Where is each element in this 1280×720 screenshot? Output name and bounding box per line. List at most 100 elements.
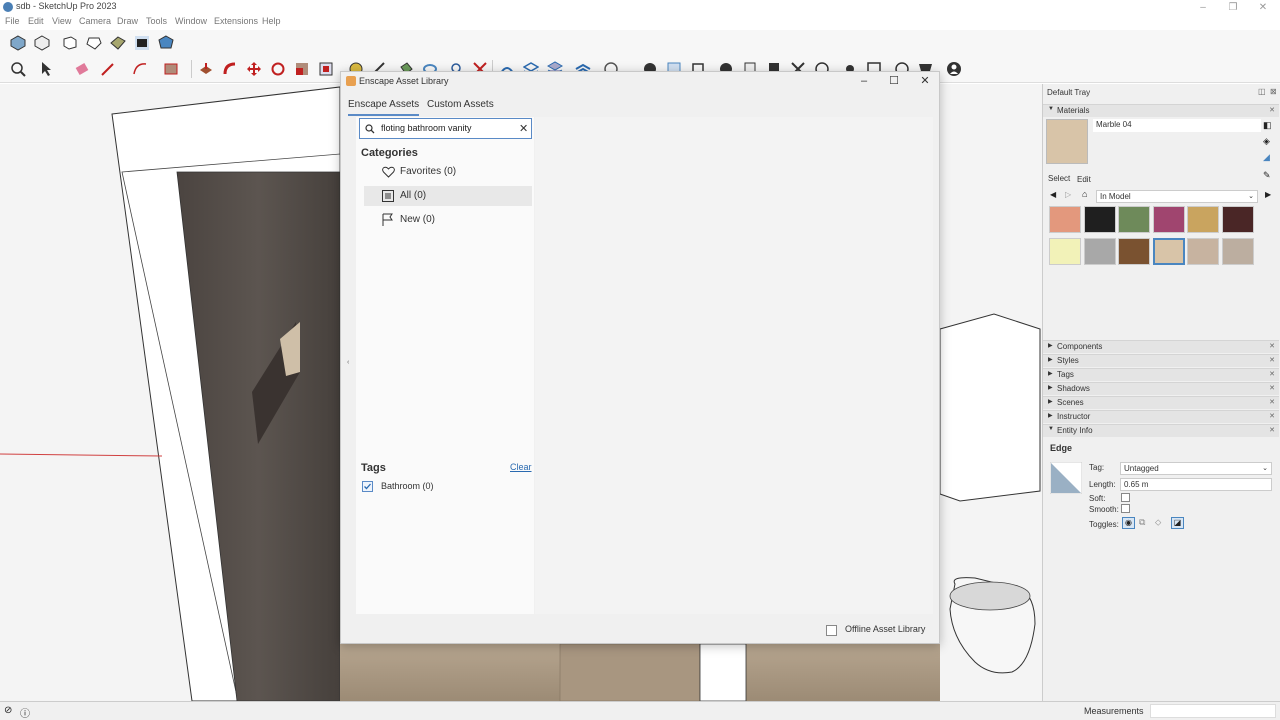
category-new[interactable]: New (0) (364, 210, 532, 230)
menu-draw[interactable]: Draw (117, 16, 138, 26)
clear-search-icon[interactable]: ✕ (519, 122, 528, 135)
tray-pin-icon[interactable]: ◫ (1258, 87, 1266, 96)
instructor-panel-header[interactable]: ▶ Instructor ✕ (1043, 410, 1279, 423)
material-swatch[interactable] (1187, 238, 1219, 265)
zoom-extents-icon[interactable] (10, 61, 26, 77)
length-field[interactable]: 0.65 m (1120, 478, 1272, 491)
collapse-panel-icon[interactable]: ‹ (347, 359, 349, 366)
material-swatch[interactable] (1118, 238, 1150, 265)
measurements-input[interactable] (1150, 704, 1276, 718)
right-view-icon[interactable] (86, 35, 102, 51)
offset-icon[interactable] (318, 61, 334, 77)
panel-close-icon[interactable]: ✕ (1269, 370, 1275, 378)
soft-checkbox[interactable] (1121, 493, 1130, 502)
panel-close-icon[interactable]: ✕ (1269, 412, 1275, 420)
close-icon[interactable]: ✕ (1251, 0, 1275, 15)
default-material-icon[interactable]: ◢ (1263, 152, 1270, 163)
texture-icon[interactable]: ◈ (1263, 136, 1270, 147)
front-view-icon[interactable] (62, 35, 78, 51)
edit-tab[interactable]: Edit (1077, 175, 1091, 184)
forward-arrow-icon[interactable]: ▷ (1065, 190, 1071, 199)
category-all[interactable]: All (0) (364, 186, 532, 206)
push-pull-icon[interactable] (198, 61, 214, 77)
material-name-field[interactable]: Marble 04 (1093, 119, 1261, 132)
shadow-toggle-icon[interactable]: ⬦ (1155, 517, 1161, 528)
tab-custom-assets[interactable]: Custom Assets (427, 99, 494, 110)
menu-window[interactable]: Window (175, 16, 207, 26)
panel-close-icon[interactable]: ✕ (1269, 356, 1275, 364)
tray-close-icon[interactable]: ⊠ (1270, 87, 1277, 96)
locked-toggle-icon[interactable]: ⧉ (1139, 517, 1145, 528)
panel-close-icon[interactable]: ✕ (1269, 398, 1275, 406)
shadows-panel-header[interactable]: ▶ Shadows ✕ (1043, 382, 1279, 395)
material-swatch[interactable] (1049, 238, 1081, 265)
material-swatch[interactable] (1049, 206, 1081, 233)
select-tab[interactable]: Select (1048, 174, 1070, 183)
rotate-icon[interactable] (270, 61, 286, 77)
details-arrow-icon[interactable]: ▶ (1265, 190, 1271, 199)
tag-select[interactable]: Untagged ⌄ (1120, 462, 1272, 475)
tab-enscape-assets[interactable]: Enscape Assets (348, 99, 420, 116)
material-swatch[interactable] (1083, 206, 1116, 233)
edge-color-swatch[interactable] (1050, 462, 1082, 494)
menu-extensions[interactable]: Extensions (214, 16, 258, 26)
home-icon[interactable]: ⌂ (1082, 189, 1087, 199)
top-view-icon[interactable] (34, 35, 50, 51)
tags-panel-header[interactable]: ▶ Tags ✕ (1043, 368, 1279, 381)
move-icon[interactable] (246, 61, 262, 77)
arc-icon[interactable] (132, 61, 148, 77)
panel-close-icon[interactable]: ✕ (1269, 384, 1275, 392)
select-arrow-icon[interactable] (38, 61, 54, 77)
entity-info-panel-header[interactable]: ▼ Entity Info ✕ (1043, 424, 1279, 437)
menu-help[interactable]: Help (262, 16, 281, 26)
material-swatch[interactable] (1083, 238, 1116, 265)
dialog-maximize-icon[interactable]: ☐ (879, 72, 909, 90)
dialog-close-icon[interactable]: ✕ (910, 72, 940, 90)
geolocation-icon[interactable]: ⊘ (4, 705, 12, 716)
scale-icon[interactable] (294, 61, 310, 77)
menu-camera[interactable]: Camera (79, 16, 111, 26)
panel-close-icon[interactable]: ✕ (1269, 342, 1275, 350)
maximize-icon[interactable]: ❐ (1221, 0, 1245, 15)
receive-shadow-toggle-icon[interactable]: ◪ (1171, 517, 1184, 529)
collection-select[interactable]: In Model ⌄ (1096, 190, 1258, 203)
pencil-icon[interactable] (100, 61, 116, 77)
smooth-checkbox[interactable] (1121, 504, 1130, 513)
credits-info-icon[interactable]: ⓘ (20, 705, 30, 720)
material-swatch[interactable] (1118, 206, 1150, 233)
materials-panel-header[interactable]: ▼ Materials ✕ (1043, 104, 1279, 117)
material-swatch[interactable] (1221, 206, 1254, 233)
material-swatch[interactable] (1152, 238, 1185, 265)
material-swatch[interactable] (1221, 238, 1254, 265)
iso-view-icon[interactable] (10, 35, 26, 51)
rectangle-icon[interactable] (163, 61, 179, 77)
panel-close-icon[interactable]: ✕ (1269, 106, 1275, 114)
offline-library-checkbox[interactable] (826, 625, 837, 636)
scenes-panel-header[interactable]: ▶ Scenes ✕ (1043, 396, 1279, 409)
minimize-icon[interactable]: – (1191, 0, 1215, 15)
back-arrow-icon[interactable]: ◀ (1050, 190, 1056, 199)
search-input[interactable]: floting bathroom vanity ✕ (359, 118, 532, 139)
bottom-view-icon[interactable] (158, 35, 174, 51)
dialog-minimize-icon[interactable]: – (849, 72, 879, 90)
styles-panel-header[interactable]: ▶ Styles ✕ (1043, 354, 1279, 367)
clear-tags-link[interactable]: Clear (510, 462, 532, 472)
sample-paint-icon[interactable]: ✎ (1263, 170, 1271, 181)
menu-file[interactable]: File (5, 16, 20, 26)
material-swatch[interactable] (1152, 206, 1185, 233)
menu-tools[interactable]: Tools (146, 16, 167, 26)
eraser-icon[interactable] (74, 61, 90, 77)
tag-bathroom[interactable]: Bathroom (0) (361, 479, 531, 495)
hidden-toggle-icon[interactable]: ◉ (1122, 517, 1135, 529)
category-favorites[interactable]: Favorites (0) (364, 162, 532, 182)
material-swatch[interactable] (1187, 206, 1219, 233)
tag-checkbox[interactable] (362, 481, 373, 492)
menu-edit[interactable]: Edit (28, 16, 44, 26)
panel-close-icon[interactable]: ✕ (1269, 426, 1275, 434)
menu-view[interactable]: View (52, 16, 71, 26)
create-material-icon[interactable]: ◧ (1263, 120, 1272, 131)
components-panel-header[interactable]: ▶ Components ✕ (1043, 340, 1279, 353)
user-account-icon[interactable] (946, 61, 962, 77)
follow-me-icon[interactable] (222, 61, 238, 77)
left-view-icon[interactable] (134, 35, 150, 51)
